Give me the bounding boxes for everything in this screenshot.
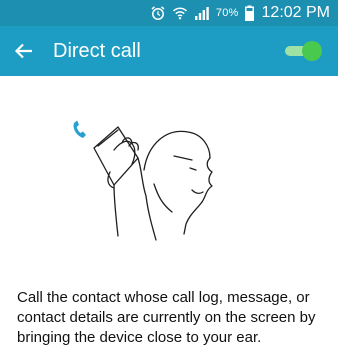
alarm-icon (151, 6, 165, 20)
app-bar: Direct call (0, 26, 338, 76)
signal-icon (194, 7, 209, 20)
feature-description: Call the contact whose call log, message… (17, 289, 316, 346)
status-icons: 70% 12:02 PM (150, 0, 330, 26)
battery-percent: 70% (215, 7, 239, 19)
phone-to-ear-illustration (73, 120, 213, 241)
status-bar: 70% 12:02 PM (0, 0, 338, 26)
toggle-thumb (302, 41, 322, 61)
battery-icon (244, 5, 254, 21)
wifi-icon (172, 7, 187, 20)
phone-ring-icon (73, 120, 86, 138)
arrow-left-icon[interactable] (12, 39, 36, 63)
clock-time: 12:02 PM (261, 4, 330, 21)
direct-call-toggle[interactable] (283, 39, 323, 63)
page-title: Direct call (53, 40, 141, 62)
